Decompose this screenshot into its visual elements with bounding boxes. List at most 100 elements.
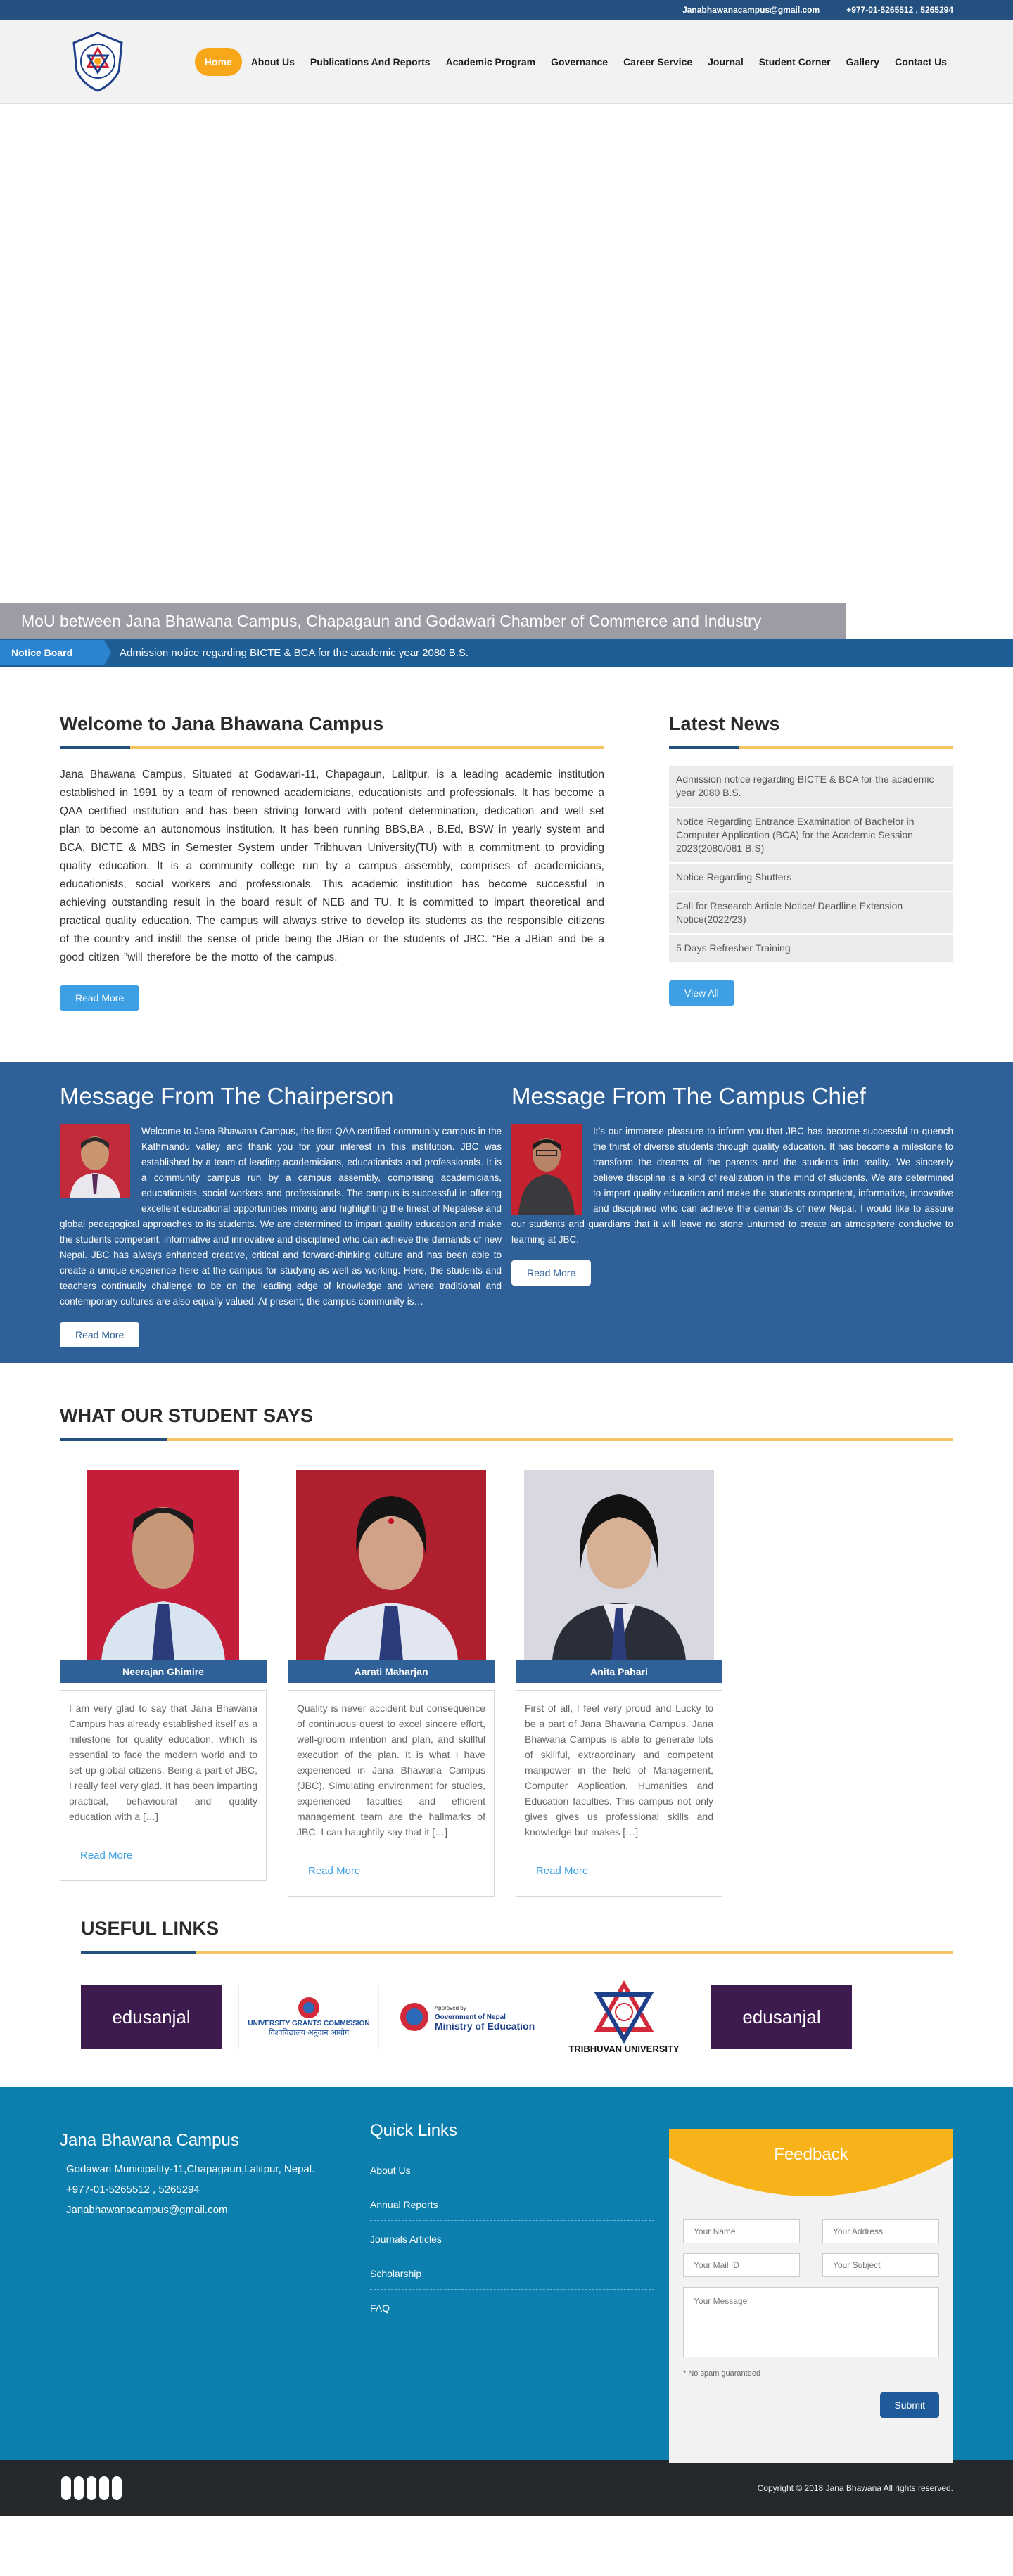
nav-governance[interactable]: Governance — [544, 51, 614, 73]
top-bar: Janabhawanacampus@gmail.com +977-01-5265… — [0, 0, 1013, 20]
chairperson-photo — [60, 1124, 130, 1198]
news-list: Admission notice regarding BICTE & BCA f… — [669, 766, 953, 963]
feedback-name-input[interactable] — [683, 2219, 800, 2243]
welcome-body: Jana Bhawana Campus, Situated at Godawar… — [60, 769, 604, 963]
welcome-section: Welcome to Jana Bhawana Campus Jana Bhaw… — [0, 667, 1013, 1039]
news-item[interactable]: Admission notice regarding BICTE & BCA f… — [669, 766, 953, 808]
quick-link-journals[interactable]: Journals Articles — [370, 2229, 654, 2255]
campus-chief-title: Message From The Campus Chief — [511, 1083, 866, 1109]
ugc-label: UNIVERSITY GRANTS COMMISSION — [248, 2020, 370, 2027]
social-icon[interactable] — [99, 2476, 109, 2500]
useful-links-title: USEFUL LINKS — [81, 1918, 219, 1939]
top-email[interactable]: Janabhawanacampus@gmail.com — [682, 5, 820, 15]
social-icon[interactable] — [112, 2476, 122, 2500]
ministry-label: Ministry of Education — [434, 2020, 535, 2032]
social-icon[interactable] — [74, 2476, 84, 2500]
title-underline — [60, 1438, 953, 1441]
footer-phone: +977-01-5265512 , 5265294 — [66, 2184, 200, 2196]
nav-publications[interactable]: Publications And Reports — [304, 51, 437, 73]
campus-logo-icon[interactable] — [70, 30, 126, 94]
quick-link-about[interactable]: About Us — [370, 2160, 654, 2186]
copyright-text: Copyright © 2018 Jana Bhawana All rights… — [757, 2483, 953, 2493]
feedback-submit-button[interactable]: Submit — [880, 2392, 939, 2418]
title-underline — [81, 1951, 953, 1954]
nav-student-corner[interactable]: Student Corner — [753, 51, 837, 73]
edusanjal-logo-link[interactable]: edusanjal — [81, 1985, 222, 2049]
student-name: Aarati Maharjan — [288, 1660, 495, 1683]
edusanjal-label: edusanjal — [742, 2006, 821, 2027]
campus-chief-message: Message From The Campus Chief It’s our i… — [511, 1083, 953, 1347]
footer-address: Godawari Municipality-11,Chapagaun,Lalit… — [66, 2163, 315, 2175]
testimonials-section: WHAT OUR STUDENT SAYS Neerajan Ghimire I… — [0, 1363, 1013, 1904]
student-photo — [87, 1470, 239, 1660]
news-item[interactable]: Notice Regarding Entrance Examination of… — [669, 808, 953, 864]
ugc-logo-link[interactable]: UNIVERSITY GRANTS COMMISSION विश्वविद्या… — [238, 1985, 379, 2049]
chairperson-message: Message From The Chairperson Welcome to … — [60, 1083, 502, 1347]
hero-slider[interactable]: MoU between Jana Bhawana Campus, Chapaga… — [0, 104, 1013, 639]
view-all-news-button[interactable]: View All — [669, 980, 734, 1006]
testimonial-read-more-link[interactable]: Read More — [308, 1864, 360, 1879]
nav-academic-program[interactable]: Academic Program — [440, 51, 542, 73]
notice-ticker-text[interactable]: Admission notice regarding BICTE & BCA f… — [120, 647, 469, 659]
quick-link-scholarship[interactable]: Scholarship — [370, 2264, 654, 2290]
news-item[interactable]: Call for Research Article Notice/ Deadli… — [669, 892, 953, 935]
campus-chief-photo — [511, 1124, 582, 1215]
notice-board: Notice Board Admission notice regarding … — [0, 639, 1013, 667]
ugc-sublabel: विश्वविद्यालय अनुदान आयोग — [268, 2029, 350, 2037]
welcome-read-more-button[interactable]: Read More — [60, 985, 140, 1011]
nepal-emblem-icon — [400, 2003, 428, 2031]
footer-title: Jana Bhawana Campus — [60, 2131, 239, 2150]
quick-link-annual-reports[interactable]: Annual Reports — [370, 2195, 654, 2221]
testimonial-text: I am very glad to say that Jana Bhawana … — [69, 1703, 257, 1822]
feedback-message-input[interactable] — [683, 2287, 939, 2357]
chairperson-read-more-button[interactable]: Read More — [60, 1322, 140, 1347]
footer-quick-links: Quick Links About Us Annual Reports Jour… — [370, 2121, 654, 2463]
nav-contact-us[interactable]: Contact Us — [888, 51, 953, 73]
testimonial-read-more-link[interactable]: Read More — [80, 1848, 132, 1864]
bottom-bar: Copyright © 2018 Jana Bhawana All rights… — [0, 2460, 1013, 2516]
feedback-address-input[interactable] — [822, 2219, 939, 2243]
ministry-logo-link[interactable]: Approved by Government of Nepal Ministry… — [396, 1985, 537, 2049]
testimonial-text-card: Quality is never accident but consequenc… — [288, 1690, 495, 1897]
campus-chief-read-more-button[interactable]: Read More — [511, 1260, 592, 1286]
footer-contact: Jana Bhawana Campus Godawari Municipalit… — [60, 2121, 355, 2463]
testimonial-read-more-link[interactable]: Read More — [536, 1864, 588, 1879]
site-header: Home About Us Publications And Reports A… — [0, 20, 1013, 104]
news-item[interactable]: Notice Regarding Shutters — [669, 864, 953, 892]
student-name: Neerajan Ghimire — [60, 1660, 267, 1683]
useful-links-section: USEFUL LINKS edusanjal UNIVERSITY GRANTS… — [0, 1904, 1013, 2087]
nav-about-us[interactable]: About Us — [245, 51, 301, 73]
social-icon[interactable] — [61, 2476, 71, 2500]
feedback-subject-input[interactable] — [822, 2253, 939, 2277]
testimonial-card: Anita Pahari First of all, I feel very p… — [516, 1470, 722, 1897]
nav-journal[interactable]: Journal — [701, 51, 750, 73]
social-icons — [61, 2476, 122, 2500]
ministry-approved-label: Approved by — [434, 2004, 466, 2011]
main-nav: Home About Us Publications And Reports A… — [194, 48, 953, 76]
nav-career-service[interactable]: Career Service — [617, 51, 699, 73]
feedback-mail-input[interactable] — [683, 2253, 800, 2277]
testimonials-title: WHAT OUR STUDENT SAYS — [60, 1405, 314, 1426]
tu-emblem-icon — [594, 1980, 654, 2044]
quick-link-faq[interactable]: FAQ — [370, 2298, 654, 2324]
chairperson-title: Message From The Chairperson — [60, 1083, 394, 1109]
edusanjal-label: edusanjal — [112, 2006, 191, 2027]
quick-links-title: Quick Links — [370, 2121, 458, 2140]
social-icon[interactable] — [87, 2476, 96, 2500]
testimonial-card: Aarati Maharjan Quality is never acciden… — [288, 1470, 495, 1897]
title-underline — [669, 746, 953, 749]
messages-section: Message From The Chairperson Welcome to … — [0, 1062, 1013, 1363]
hero-caption: MoU between Jana Bhawana Campus, Chapaga… — [0, 603, 846, 639]
student-photo — [524, 1470, 714, 1660]
nav-home[interactable]: Home — [194, 48, 242, 76]
testimonial-card: Neerajan Ghimire I am very glad to say t… — [60, 1470, 267, 1897]
news-item[interactable]: 5 Days Refresher Training — [669, 935, 953, 963]
student-name: Anita Pahari — [516, 1660, 722, 1683]
feedback-title: Feedback — [774, 2145, 848, 2164]
footer-email[interactable]: Janabhawanacampus@gmail.com — [66, 2204, 355, 2216]
top-phone: +977-01-5265512 , 5265294 — [846, 5, 953, 15]
tu-logo-link[interactable]: TRIBHUVAN UNIVERSITY — [554, 1975, 694, 2059]
edusanjal-logo-link[interactable]: edusanjal — [711, 1985, 852, 2049]
student-photo — [296, 1470, 486, 1660]
nav-gallery[interactable]: Gallery — [840, 51, 886, 73]
